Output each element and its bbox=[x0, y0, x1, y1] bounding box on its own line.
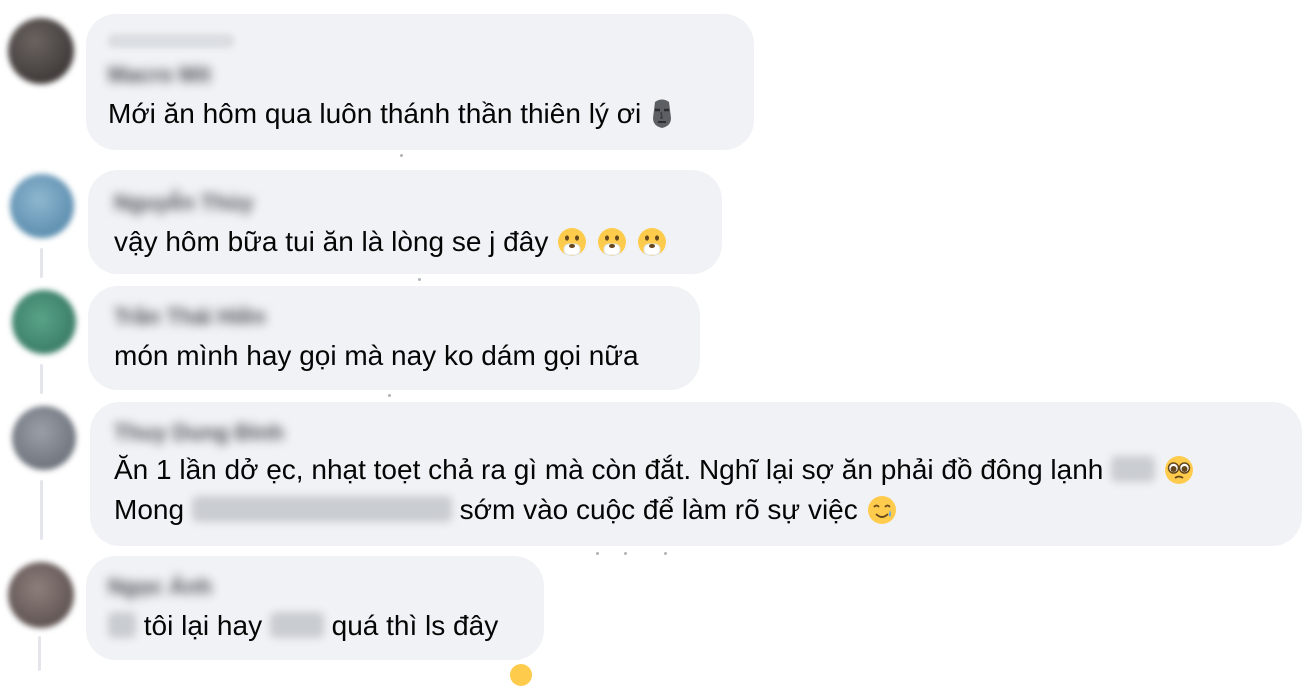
avatar[interactable] bbox=[12, 406, 76, 470]
moai-icon bbox=[649, 98, 675, 130]
redacted-text bbox=[108, 611, 136, 638]
comment-text-line-2: Mong sớm vào cuộc để làm rõ sự việc bbox=[114, 492, 898, 528]
commenter-name[interactable]: Ngọc Ánh bbox=[108, 576, 212, 598]
comment-text-part: quá thì ls đây bbox=[331, 610, 499, 641]
commenter-name[interactable]: Macro Mít bbox=[108, 64, 211, 86]
reply-thread-line bbox=[40, 480, 43, 540]
separator-dot bbox=[664, 552, 667, 555]
commenter-name[interactable]: Trần Thái Hiền bbox=[114, 306, 266, 328]
reply-thread-line bbox=[40, 364, 43, 394]
reply-thread-line bbox=[40, 248, 43, 278]
comment-text: Mới ăn hôm qua luôn thánh thần thiên lý … bbox=[108, 96, 675, 132]
hand-over-mouth-icon bbox=[636, 226, 668, 258]
reply-thread-line bbox=[38, 636, 41, 671]
comment-text-prefix: Mong bbox=[114, 494, 185, 525]
separator-dot bbox=[418, 278, 421, 281]
comment-text: tôi lại hay quá thì ls đây bbox=[108, 608, 498, 644]
avatar[interactable] bbox=[8, 562, 74, 628]
smiling-tear-icon bbox=[866, 494, 898, 526]
pleading-face-icon bbox=[1163, 454, 1195, 486]
avatar[interactable] bbox=[8, 18, 74, 84]
comment-text-suffix: sớm vào cuộc để làm rõ sự việc bbox=[459, 494, 858, 525]
avatar[interactable] bbox=[10, 174, 74, 238]
hand-over-mouth-icon bbox=[596, 226, 628, 258]
comment-text: món mình hay gọi mà nay ko dám gọi nữa bbox=[114, 340, 639, 371]
separator-dot bbox=[624, 552, 627, 555]
comment-text-line: Mới ăn hôm qua luôn thánh thần thiên lý … bbox=[108, 98, 642, 129]
separator-dot bbox=[596, 552, 599, 555]
commenter-name[interactable]: Nguyễn Thùy bbox=[114, 192, 253, 214]
hand-over-mouth-icon bbox=[556, 226, 588, 258]
comment-text-part: tôi lại hay bbox=[143, 610, 263, 641]
reaction-icon-partial bbox=[510, 664, 532, 686]
redacted-text bbox=[269, 611, 324, 638]
commenter-name[interactable]: Thuy Dung Đinh bbox=[114, 422, 284, 444]
avatar[interactable] bbox=[12, 290, 76, 354]
comment-text-line-1: Ăn 1 lần dở ẹc, nhạt toẹt chả ra gì mà c… bbox=[114, 452, 1195, 488]
separator-dot bbox=[388, 394, 391, 397]
fan-badge bbox=[108, 34, 234, 48]
comment-text: vậy hôm bữa tui ăn là lòng se j đây bbox=[114, 224, 668, 260]
comment-text-line: Ăn 1 lần dở ẹc, nhạt toẹt chả ra gì mà c… bbox=[114, 454, 1104, 485]
comment-text-line: vậy hôm bữa tui ăn là lòng se j đây bbox=[114, 226, 549, 257]
redacted-text bbox=[191, 495, 452, 522]
separator-dot bbox=[400, 154, 403, 157]
redacted-text bbox=[1111, 455, 1156, 482]
